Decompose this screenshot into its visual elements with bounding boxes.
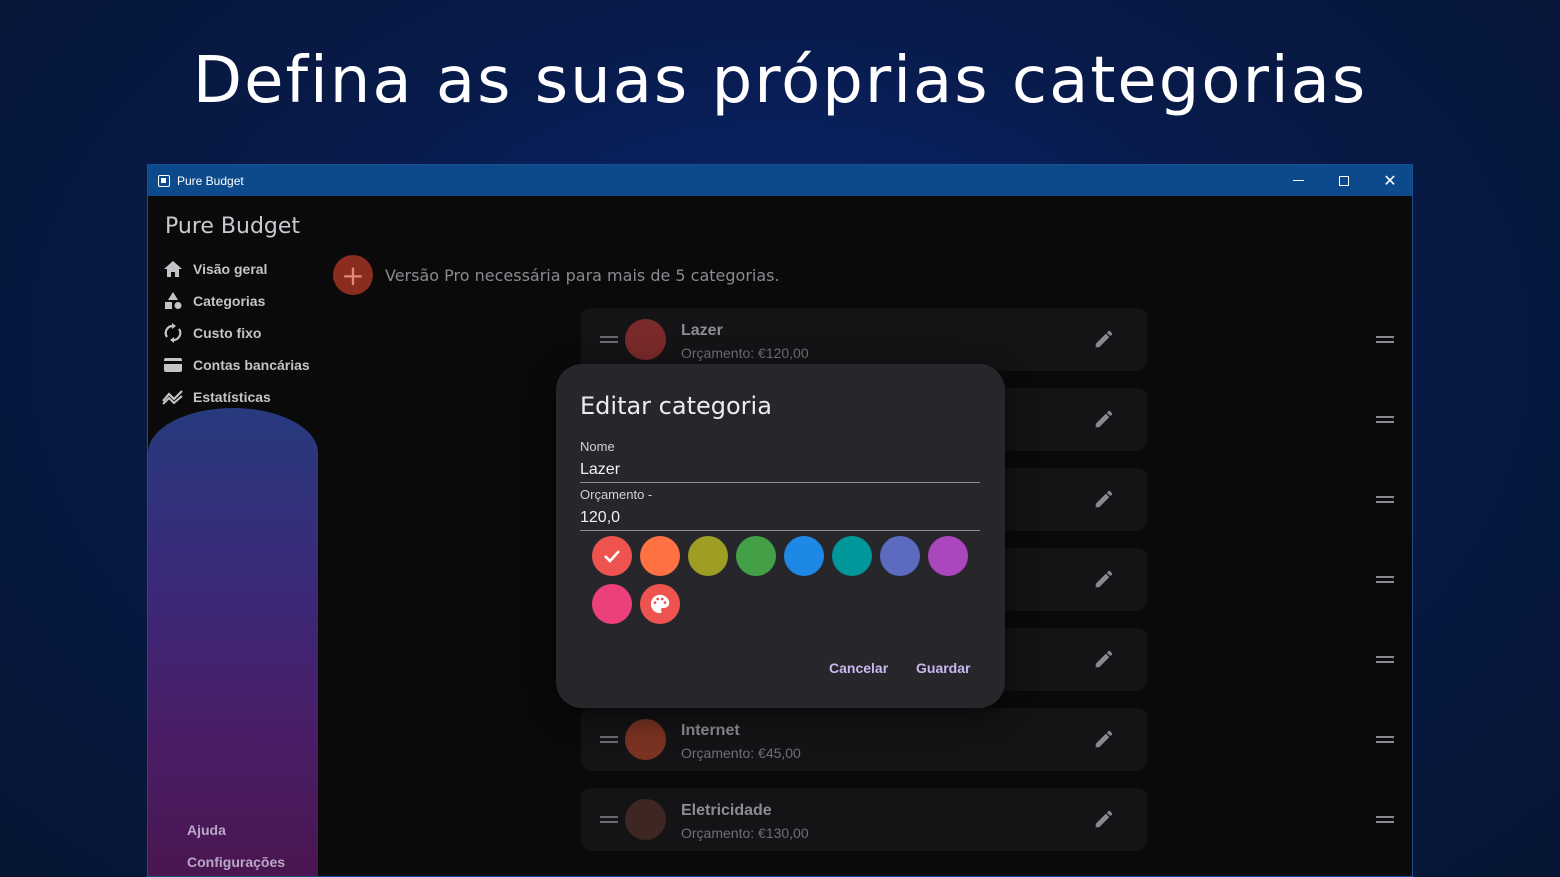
maximize-button[interactable] bbox=[1321, 165, 1367, 196]
reorder-handle-icon[interactable] bbox=[1376, 416, 1394, 423]
edit-category-dialog: Editar categoria Nome Orçamento - Cancel… bbox=[556, 364, 1005, 708]
drag-handle-icon[interactable] bbox=[600, 336, 618, 343]
category-card[interactable]: Internet Orçamento: €45,00 bbox=[581, 708, 1147, 771]
category-card[interactable]: Eletricidade Orçamento: €130,00 bbox=[581, 788, 1147, 851]
nav-item-overview[interactable]: Visão geral bbox=[162, 257, 267, 281]
edit-icon[interactable] bbox=[1093, 648, 1115, 670]
reorder-handle-icon[interactable] bbox=[1376, 816, 1394, 823]
pro-notice-text: Versão Pro necessária para mais de 5 cat… bbox=[385, 265, 780, 285]
app-window: Pure Budget ✕ Pure Budget Visão geral Ca… bbox=[147, 164, 1413, 877]
nav-item-fixed-cost[interactable]: Custo fixo bbox=[162, 321, 261, 345]
title-bar[interactable]: Pure Budget ✕ bbox=[148, 165, 1412, 196]
name-field[interactable] bbox=[580, 457, 980, 483]
nav-item-label: Contas bancárias bbox=[193, 357, 310, 373]
category-name: Lazer bbox=[681, 322, 723, 339]
close-icon: ✕ bbox=[1383, 171, 1397, 190]
shapes-icon bbox=[162, 291, 184, 311]
add-category-button[interactable]: + bbox=[333, 255, 373, 295]
reorder-handle-icon[interactable] bbox=[1376, 736, 1394, 743]
close-button[interactable]: ✕ bbox=[1367, 165, 1412, 196]
name-label: Nome bbox=[580, 439, 615, 454]
dialog-title: Editar categoria bbox=[580, 392, 772, 420]
edit-icon[interactable] bbox=[1093, 728, 1115, 750]
edit-icon[interactable] bbox=[1093, 488, 1115, 510]
sidebar: Pure Budget Visão geral Categorias Custo… bbox=[148, 196, 318, 876]
nav-item-categories[interactable]: Categorias bbox=[162, 289, 265, 313]
nav-item-label: Custo fixo bbox=[193, 325, 262, 341]
chart-icon bbox=[162, 387, 184, 407]
edit-icon[interactable] bbox=[1093, 808, 1115, 830]
pro-notice: + Versão Pro necessária para mais de 5 c… bbox=[333, 255, 780, 295]
reorder-handle-icon[interactable] bbox=[1376, 496, 1394, 503]
color-swatch-purple[interactable] bbox=[928, 536, 968, 576]
color-swatch-blue[interactable] bbox=[784, 536, 824, 576]
headline: Defina as suas próprias categorias bbox=[192, 44, 1368, 118]
palette-icon bbox=[650, 594, 670, 614]
refresh-icon bbox=[162, 323, 184, 343]
help-link[interactable]: Ajuda bbox=[187, 822, 226, 838]
color-swatch-indigo[interactable] bbox=[880, 536, 920, 576]
maximize-icon bbox=[1339, 175, 1349, 186]
color-swatch-green[interactable] bbox=[736, 536, 776, 576]
budget-label: Orçamento - bbox=[580, 487, 653, 502]
budget-field[interactable] bbox=[580, 505, 980, 531]
category-budget: Orçamento: €130,00 bbox=[681, 825, 809, 841]
color-swatch-pink[interactable] bbox=[592, 584, 632, 624]
category-name: Eletricidade bbox=[681, 802, 772, 819]
category-budget: Orçamento: €45,00 bbox=[681, 745, 801, 761]
cancel-button[interactable]: Cancelar bbox=[829, 660, 888, 676]
color-swatch-red[interactable] bbox=[592, 536, 632, 576]
window-title: Pure Budget bbox=[177, 173, 244, 188]
category-budget: Orçamento: €120,00 bbox=[681, 345, 809, 361]
reorder-handle-icon[interactable] bbox=[1376, 656, 1394, 663]
nav-item-bank-accounts[interactable]: Contas bancárias bbox=[162, 353, 310, 377]
card-icon bbox=[162, 355, 184, 375]
color-swatch-orange[interactable] bbox=[640, 536, 680, 576]
nav-item-statistics[interactable]: Estatísticas bbox=[162, 385, 271, 409]
home-icon bbox=[162, 259, 184, 279]
check-icon bbox=[604, 550, 620, 563]
sidebar-decoration bbox=[148, 408, 318, 876]
category-card[interactable]: Lazer Orçamento: €120,00 bbox=[581, 308, 1147, 371]
app-icon bbox=[158, 174, 170, 187]
edit-icon[interactable] bbox=[1093, 568, 1115, 590]
nav-item-label: Visão geral bbox=[193, 261, 268, 277]
minimize-button[interactable] bbox=[1275, 165, 1321, 196]
save-button[interactable]: Guardar bbox=[916, 660, 970, 676]
nav-item-label: Estatísticas bbox=[193, 389, 271, 405]
category-color-dot bbox=[625, 319, 666, 360]
color-swatch-olive[interactable] bbox=[688, 536, 728, 576]
category-name: Internet bbox=[681, 722, 740, 739]
custom-color-button[interactable] bbox=[640, 584, 680, 624]
category-color-dot bbox=[625, 719, 666, 760]
reorder-handle-icon[interactable] bbox=[1376, 336, 1394, 343]
minimize-icon bbox=[1292, 180, 1304, 181]
reorder-handle-icon[interactable] bbox=[1376, 576, 1394, 583]
edit-icon[interactable] bbox=[1093, 328, 1115, 350]
nav-item-label: Categorias bbox=[193, 293, 266, 309]
settings-link[interactable]: Configurações bbox=[187, 854, 285, 870]
app-name: Pure Budget bbox=[165, 214, 301, 239]
edit-icon[interactable] bbox=[1093, 408, 1115, 430]
color-swatch-teal[interactable] bbox=[832, 536, 872, 576]
category-color-dot bbox=[625, 799, 666, 840]
drag-handle-icon[interactable] bbox=[600, 816, 618, 823]
drag-handle-icon[interactable] bbox=[600, 736, 618, 743]
